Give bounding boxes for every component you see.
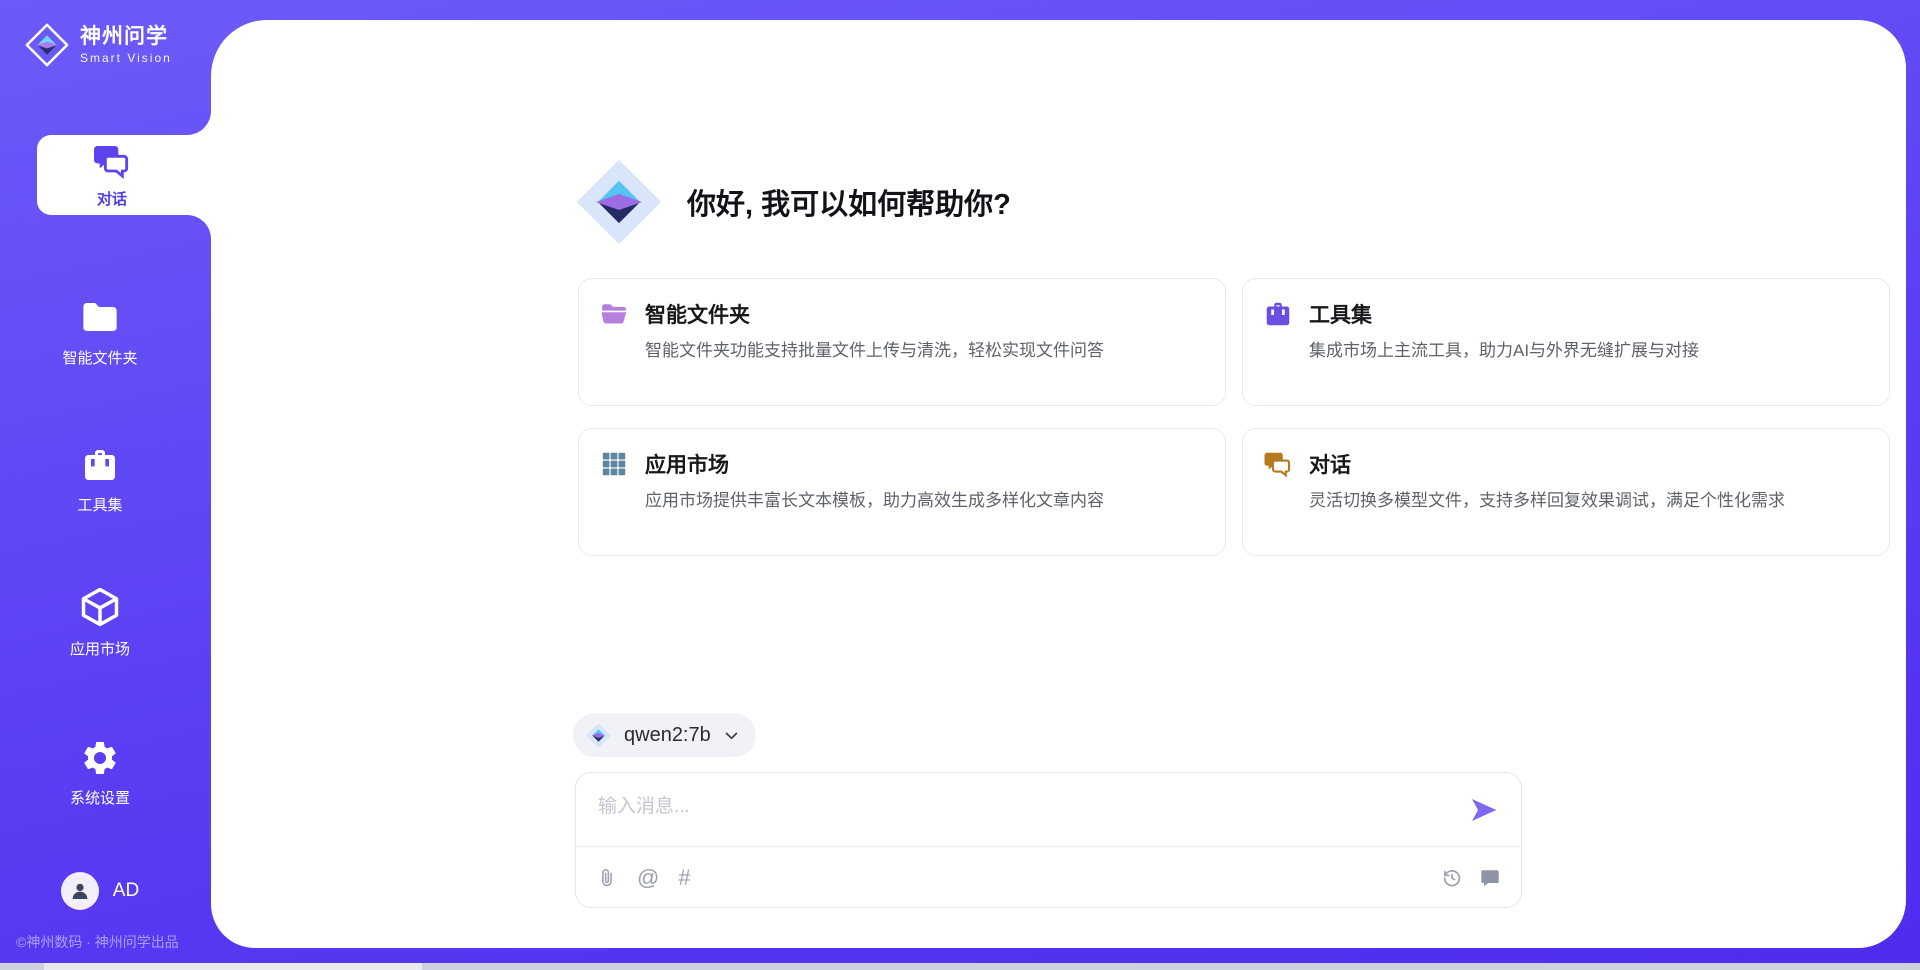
card-smart-folder[interactable]: 智能文件夹 智能文件夹功能支持批量文件上传与清洗，轻松实现文件问答 <box>578 278 1226 406</box>
briefcase-icon <box>80 445 120 485</box>
message-input[interactable] <box>596 789 1440 841</box>
app-logo-diamond-icon <box>573 156 665 248</box>
greeting-block: 你好, 我可以如何帮助你? <box>573 156 1011 248</box>
history-icon[interactable] <box>1441 867 1463 889</box>
copyright-text: ©神州数码 · 神州问学出品 <box>16 932 179 952</box>
card-description: 集成市场上主流工具，助力AI与外界无缝扩展与对接 <box>1309 338 1865 364</box>
model-selector[interactable]: qwen2:7b <box>573 713 756 757</box>
card-title: 应用市场 <box>645 449 729 479</box>
brand-name: 神州问学 <box>80 25 172 48</box>
card-title: 对话 <box>1309 449 1351 479</box>
card-app-market[interactable]: 应用市场 应用市场提供丰富长文本模板，助力高效生成多样化文章内容 <box>578 428 1226 556</box>
brand-logo-diamond-icon <box>24 22 70 68</box>
greeting-title: 你好, 我可以如何帮助你? <box>687 181 1011 223</box>
send-icon <box>1469 795 1499 825</box>
sidebar-item-label: 应用市场 <box>70 638 130 659</box>
sidebar-item-label: 智能文件夹 <box>62 347 137 368</box>
attach-file-icon[interactable] <box>596 867 618 889</box>
chat-icon <box>92 141 132 181</box>
card-description: 智能文件夹功能支持批量文件上传与清洗，轻松实现文件问答 <box>645 338 1201 364</box>
feature-cards: 智能文件夹 智能文件夹功能支持批量文件上传与清洗，轻松实现文件问答 工具集 集成… <box>578 278 1890 556</box>
send-button[interactable] <box>1469 795 1499 825</box>
card-description: 灵活切换多模型文件，支持多样回复效果调试，满足个性化需求 <box>1309 488 1865 514</box>
sidebar-item-smart-folder[interactable]: 智能文件夹 <box>0 296 200 368</box>
card-title: 智能文件夹 <box>645 299 750 329</box>
user-profile[interactable]: AD <box>0 872 200 910</box>
model-logo-diamond-icon <box>585 722 612 749</box>
app-grid-icon <box>599 449 629 479</box>
sidebar-item-label: 工具集 <box>77 494 122 515</box>
model-name: qwen2:7b <box>624 724 711 747</box>
mention-icon[interactable]: @ <box>637 867 659 889</box>
sidebar-item-toolset[interactable]: 工具集 <box>0 445 200 515</box>
card-toolset[interactable]: 工具集 集成市场上主流工具，助力AI与外界无缝扩展与对接 <box>1242 278 1890 406</box>
sidebar-item-chat[interactable]: 对话 <box>37 135 187 215</box>
brand-subtitle: Smart Vision <box>80 51 172 65</box>
sidebar-item-app-market[interactable]: 应用市场 <box>0 585 200 659</box>
folder-icon <box>79 296 121 338</box>
cube-icon <box>78 585 122 629</box>
main-content-panel: 你好, 我可以如何帮助你? 智能文件夹 智能文件夹功能支持批量文件上传与清洗，轻… <box>211 20 1906 948</box>
gear-icon <box>80 738 120 778</box>
brand: 神州问学 Smart Vision <box>24 22 172 68</box>
topic-hash-icon[interactable]: # <box>678 867 690 889</box>
card-title: 工具集 <box>1309 299 1372 329</box>
horizontal-scrollbar-thumb[interactable] <box>44 963 422 970</box>
briefcase-icon <box>1263 299 1293 329</box>
chevron-down-icon <box>723 727 740 744</box>
sidebar-item-label: 系统设置 <box>70 787 130 808</box>
folder-open-icon <box>599 299 629 329</box>
composer-toolbar: @ # <box>596 847 1501 909</box>
card-chat[interactable]: 对话 灵活切换多模型文件，支持多样回复效果调试，满足个性化需求 <box>1242 428 1890 556</box>
avatar <box>61 872 99 910</box>
message-composer: @ # <box>575 772 1522 908</box>
user-name: AD <box>113 880 139 902</box>
chat-bubbles-icon <box>1263 449 1293 479</box>
sidebar-item-settings[interactable]: 系统设置 <box>0 738 200 808</box>
quick-chat-icon[interactable] <box>1479 867 1501 889</box>
sidebar-item-label: 对话 <box>97 188 127 209</box>
card-description: 应用市场提供丰富长文本模板，助力高效生成多样化文章内容 <box>645 488 1201 514</box>
